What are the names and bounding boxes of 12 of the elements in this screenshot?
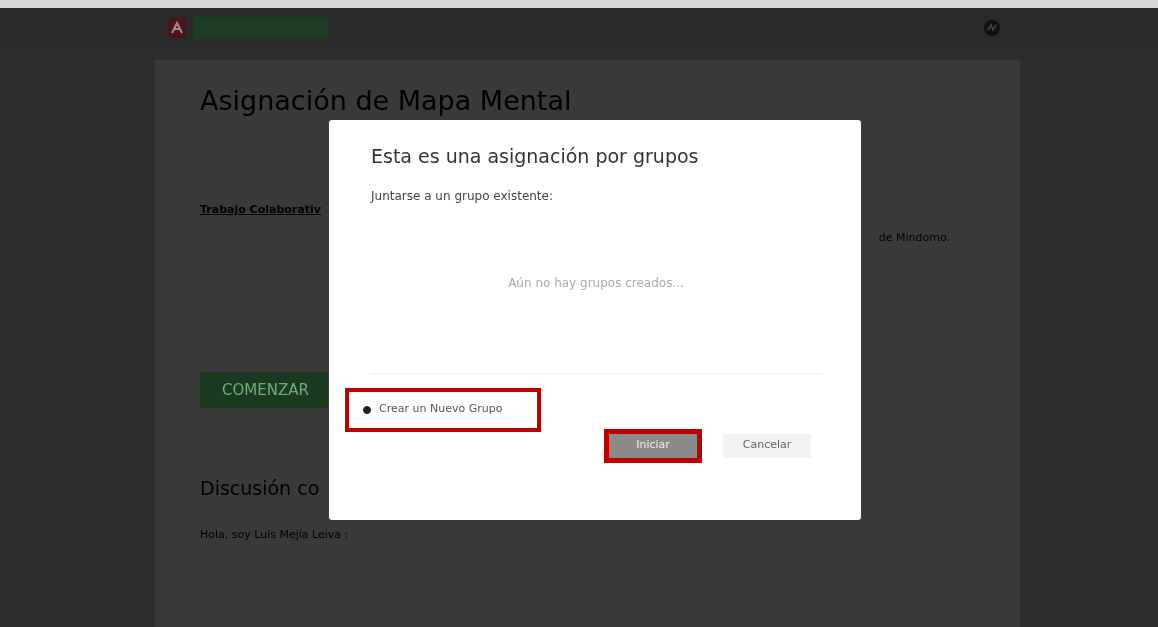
dialog-title: Esta es una asignación por grupos [371,144,700,169]
start-dialog-button[interactable]: Iniciar [604,428,702,463]
page-title: Asignación de Mapa Mental [200,84,572,118]
join-label: Juntarse a un grupo existente: [371,187,554,205]
empty-message: Aún no hay grupos creados... [508,274,684,292]
greeting-text: Hola, soy Luis Mejía Leiva : [200,526,349,543]
avatar-icon[interactable] [984,19,1000,36]
radio-option[interactable]: Crear un Nuevo Grupo [345,387,541,432]
logo-icon [168,17,186,38]
section-heading: Trabajo Colaborativ [200,201,321,218]
start-button[interactable]: COMENZAR [200,372,328,409]
discussion-heading: Discusión co [200,476,320,502]
